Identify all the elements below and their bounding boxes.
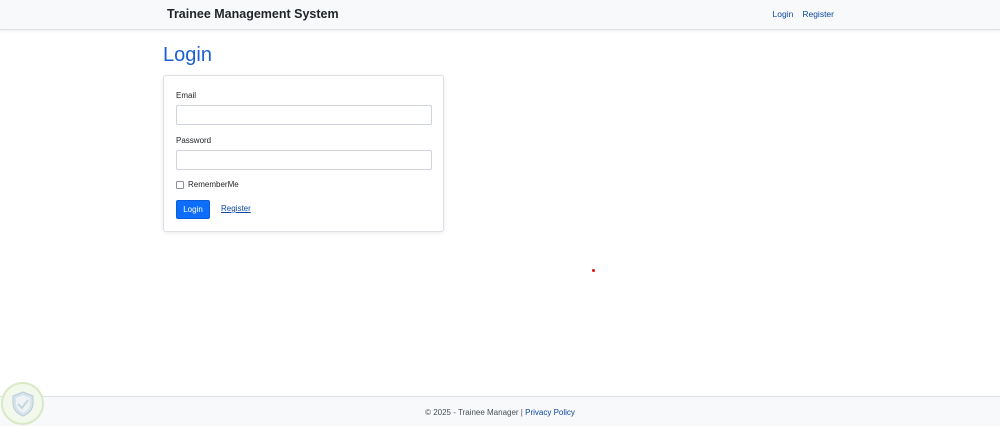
email-label: Email: [176, 91, 197, 100]
remember-me-label[interactable]: RememberMe: [188, 180, 239, 189]
nav-register-link[interactable]: Register: [802, 9, 834, 19]
remember-me-row[interactable]: RememberMe: [176, 180, 239, 189]
login-card: Email Password RememberMe Login Register: [163, 75, 444, 232]
page-title: Login: [163, 44, 212, 66]
privacy-policy-link[interactable]: Privacy Policy: [525, 408, 575, 417]
password-label: Password: [176, 136, 212, 145]
shield-icon: [1, 382, 44, 425]
register-link[interactable]: Register: [221, 204, 251, 213]
footer: © 2025 - Trainee Manager | Privacy Polic…: [0, 396, 1000, 426]
red-dot-marker: [592, 269, 595, 272]
email-field[interactable]: [176, 105, 432, 125]
remember-me-checkbox[interactable]: [176, 180, 184, 189]
copyright-text: © 2025 - Trainee Manager |: [425, 408, 523, 417]
nav-login-link[interactable]: Login: [773, 9, 794, 19]
brand-title[interactable]: Trainee Management System: [167, 7, 339, 21]
login-button[interactable]: Login: [176, 200, 210, 219]
footer-text: © 2025 - Trainee Manager | Privacy Polic…: [0, 408, 1000, 417]
password-field[interactable]: [176, 150, 432, 170]
navbar: Trainee Management System Login Register: [0, 0, 1000, 30]
nav-links: Login Register: [773, 9, 834, 19]
